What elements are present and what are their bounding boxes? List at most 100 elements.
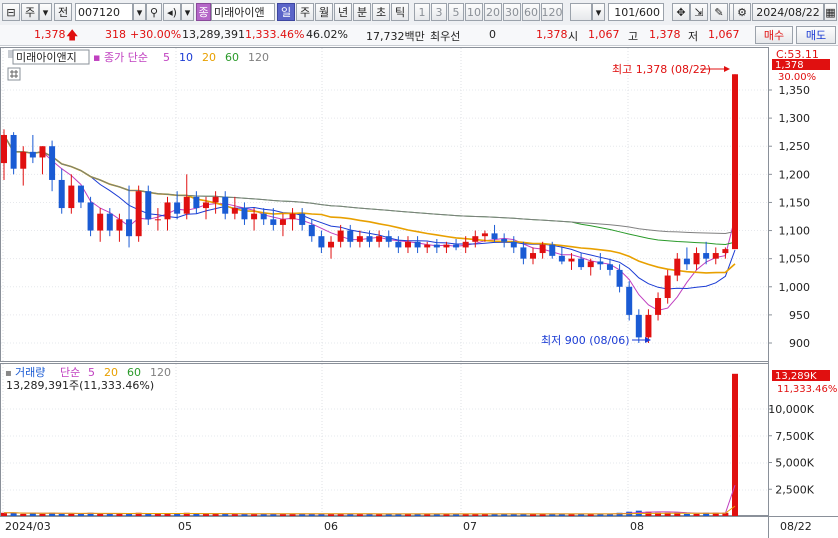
price-tick-label: 1,300 <box>779 112 811 125</box>
volume-bar <box>145 513 152 516</box>
price-tick-label: 1,100 <box>779 225 811 238</box>
volume-pct-tag: 11,333.46% <box>777 384 837 395</box>
period-tab-1[interactable]: 주 <box>296 3 314 21</box>
volume-info: 13,289,391주(11,333.46%) <box>6 379 154 392</box>
candle-body <box>202 202 209 209</box>
count-value: 101 <box>614 5 636 19</box>
volume-panel-title: 거래량 <box>15 366 45 379</box>
settings-icon[interactable]: ⚙ <box>733 3 751 21</box>
code-dropdown-icon[interactable]: ▾ <box>133 3 146 21</box>
stock-badge-label: 종 <box>198 6 209 19</box>
candle-body <box>626 286 633 315</box>
stock-badge: 종 <box>196 3 211 21</box>
time-tick-label: 2024/03 <box>5 520 51 533</box>
number-button-5[interactable]: 5 <box>448 3 464 21</box>
candle-body <box>308 224 315 237</box>
buy-button-label: 매수 <box>763 29 785 42</box>
blank-field[interactable] <box>570 3 592 21</box>
volume-bar <box>77 513 84 516</box>
candle-body <box>385 236 392 242</box>
period-tab-5[interactable]: 초 <box>372 3 390 21</box>
candle-body <box>587 261 594 268</box>
sell-button[interactable]: 매도 <box>796 26 836 44</box>
draw-icon[interactable]: ✎ <box>710 3 728 21</box>
date-field[interactable]: 2024/08/22 <box>752 3 824 21</box>
candle-body <box>683 258 690 265</box>
priority-label: 최우선 <box>430 30 461 43</box>
number-button-120[interactable]: 120 <box>541 3 563 21</box>
sound-dropdown-icon[interactable]: ▾ <box>181 3 194 21</box>
priority-value: 0 <box>489 28 496 41</box>
low-label: 저 <box>688 30 699 43</box>
calendar-icon[interactable]: ▦ <box>824 3 837 21</box>
candle-body <box>376 236 383 242</box>
number-button-30[interactable]: 30 <box>503 3 521 21</box>
price-tick-label: 1,350 <box>779 84 811 97</box>
volume-bar <box>732 373 738 516</box>
up-arrow-icon: 🡅 <box>66 28 79 42</box>
candle-body <box>655 298 662 315</box>
number-button-10[interactable]: 10 <box>465 3 483 21</box>
search-icon[interactable]: ⚲ <box>146 3 162 21</box>
volume-bar <box>97 513 104 516</box>
grid-toggle-icon[interactable] <box>7 67 21 81</box>
candle-body <box>404 241 411 248</box>
crosshair-icon[interactable]: ✥ <box>672 3 690 21</box>
period-tab-3[interactable]: 년 <box>334 3 352 21</box>
price-legend-label: 종가 단순 <box>104 51 148 64</box>
candle-body <box>558 255 565 262</box>
candle-body <box>106 213 113 231</box>
candle-body <box>68 185 75 209</box>
candle-body <box>164 202 171 220</box>
candle-body <box>549 244 556 256</box>
candle-body <box>58 179 65 209</box>
candle-body <box>664 275 671 299</box>
price-ma-label-60: 60 <box>225 51 239 64</box>
layout-icon[interactable]: ⊟ <box>2 3 20 21</box>
toolbar: ⊟ 주 ▾ 전 007120 ▾ ⚲ ◂) ▾ 종 미래아이앤 일주월년분초틱 … <box>0 0 838 26</box>
count-field[interactable]: 101/600 <box>608 3 664 21</box>
stock-code-input[interactable]: 007120 <box>75 3 133 21</box>
candle-body <box>299 213 306 225</box>
number-button-60[interactable]: 60 <box>522 3 540 21</box>
buy-button[interactable]: 매수 <box>755 26 793 44</box>
current-price-tag-text: 1,378 <box>775 60 804 71</box>
number-button-20[interactable]: 20 <box>484 3 502 21</box>
market-dropdown-icon[interactable]: ▾ <box>39 3 52 21</box>
period-tab-4[interactable]: 분 <box>353 3 371 21</box>
x-axis-end-label: 08/22 <box>780 520 812 533</box>
stock-chart[interactable]: 1,350 1,300 1,250 1,200 1,150 1,100 1,050 1,000… <box>0 46 838 538</box>
volume-bar <box>39 513 46 516</box>
market-select[interactable]: 주 <box>21 3 39 21</box>
period-tab-0[interactable]: 일 <box>277 3 295 21</box>
turnover-rate: 46.02% <box>306 28 348 41</box>
volume-tick-label: 10,000K <box>768 403 814 416</box>
period-tab-2[interactable]: 월 <box>315 3 333 21</box>
volume-tick-label: 2,500K <box>775 483 814 496</box>
candle-body <box>145 191 152 220</box>
compress-icon[interactable]: ⇲ <box>690 3 708 21</box>
candle-body <box>260 213 267 220</box>
number-button-3[interactable]: 3 <box>431 3 447 21</box>
count-total: /600 <box>635 5 660 19</box>
time-tick-label: 07 <box>463 520 477 533</box>
number-button-1[interactable]: 1 <box>414 3 430 21</box>
date-value: 2024/08/22 <box>756 5 820 19</box>
volume-bar <box>106 513 113 516</box>
blank-dropdown-icon[interactable]: ▾ <box>592 3 605 21</box>
sound-icon[interactable]: ◂) <box>163 3 181 21</box>
high-label: 고 <box>628 30 639 43</box>
candle-body <box>578 258 585 268</box>
candle-body <box>279 219 286 225</box>
candle-body <box>87 202 94 231</box>
candle-body <box>29 151 36 158</box>
price-tick-label: 1,000 <box>779 281 811 294</box>
price-tick-label: 1,200 <box>779 168 811 181</box>
current-price: 1,378 <box>34 28 66 41</box>
candle-body <box>318 236 325 248</box>
pct-tag: 30.00% <box>778 72 816 83</box>
prefix-button[interactable]: 전 <box>54 3 72 21</box>
candle-body <box>356 236 363 242</box>
period-tab-6[interactable]: 틱 <box>391 3 409 21</box>
price-ma-label-10: 10 <box>179 51 193 64</box>
